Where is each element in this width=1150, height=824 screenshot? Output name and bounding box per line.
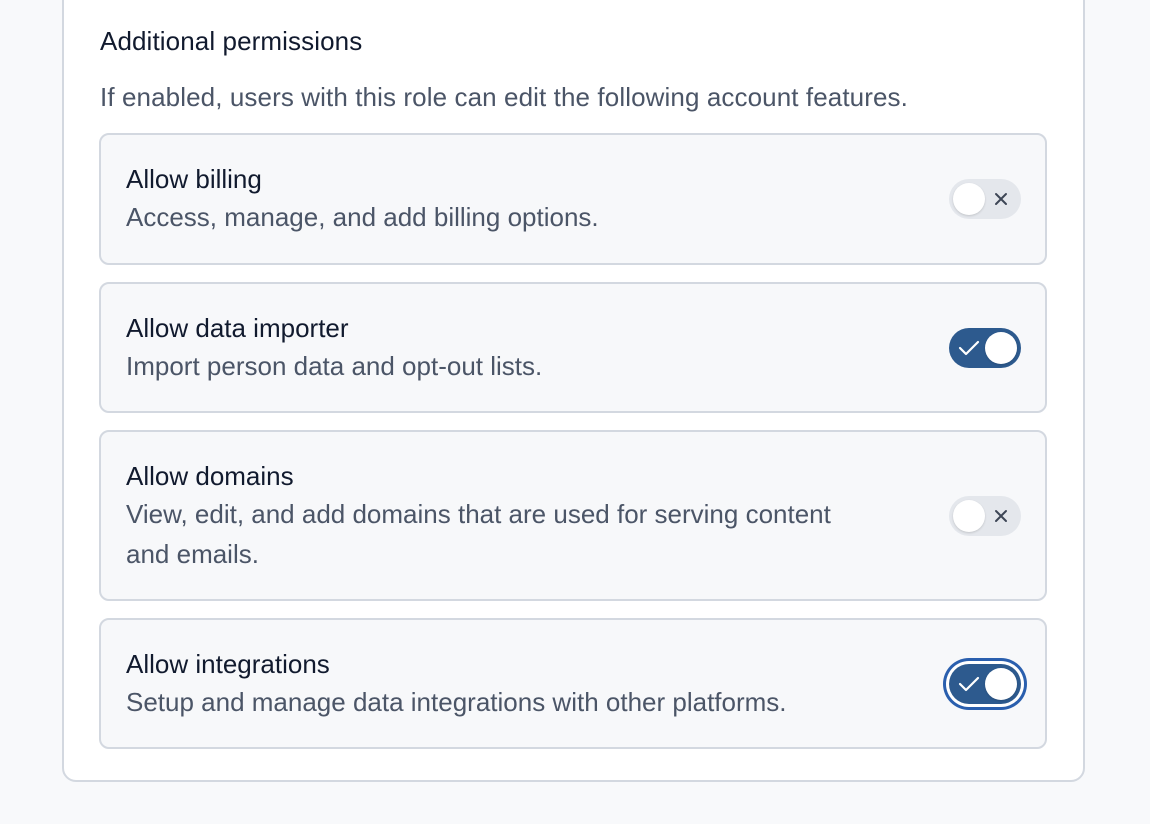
- permissions-list: Allow billing Access, manage, and add bi…: [99, 133, 1047, 766]
- permission-title: Allow integrations: [126, 649, 330, 679]
- toggle-knob: [985, 331, 1017, 364]
- x-icon: [987, 179, 1015, 219]
- permission-row-domains: Allow domains View, edit, and add domain…: [99, 430, 1047, 601]
- permission-row-data-importer: Allow data importer Import person data a…: [99, 282, 1047, 413]
- permission-description: Import person data and opt-out lists.: [126, 351, 543, 381]
- section-description: If enabled, users with this role can edi…: [100, 82, 908, 112]
- domains-toggle[interactable]: [949, 495, 1021, 536]
- data-importer-toggle[interactable]: [949, 327, 1021, 368]
- permission-title: Allow billing: [126, 164, 262, 194]
- permission-row-integrations: Allow integrations Setup and manage data…: [99, 618, 1047, 749]
- toggle-knob: [985, 667, 1017, 700]
- toggle-knob: [953, 183, 985, 215]
- permission-title: Allow domains: [126, 461, 294, 491]
- permission-description: Access, manage, and add billing options.: [126, 202, 599, 232]
- integrations-toggle[interactable]: [949, 663, 1021, 704]
- toggle-knob: [953, 499, 985, 532]
- permission-description: Setup and manage data integrations with …: [126, 687, 787, 717]
- billing-toggle[interactable]: [949, 179, 1021, 219]
- permission-title: Allow data importer: [126, 313, 349, 343]
- section-title: Additional permissions: [100, 26, 363, 56]
- check-icon: [955, 328, 983, 368]
- permission-row-billing: Allow billing Access, manage, and add bi…: [99, 133, 1047, 265]
- check-icon: [955, 664, 983, 704]
- permission-description: View, edit, and add domains that are use…: [126, 499, 831, 569]
- x-icon: [987, 496, 1015, 536]
